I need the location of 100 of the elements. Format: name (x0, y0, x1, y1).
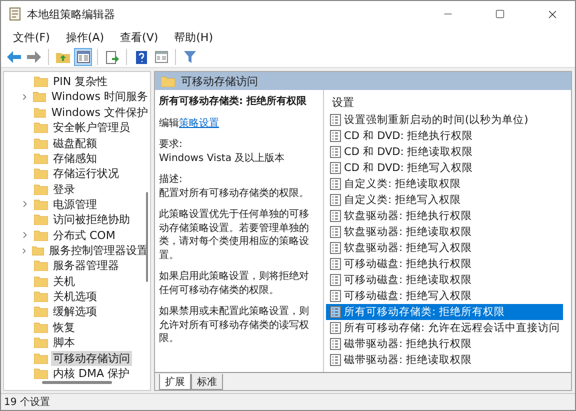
setting-icon (330, 146, 341, 158)
setting-row[interactable]: 自定义类: 拒绝写入权限 (326, 192, 563, 208)
setting-icon (330, 338, 341, 350)
setting-row[interactable]: CD 和 DVD: 拒绝读取权限 (326, 144, 563, 160)
tree-item[interactable]: Windows 文件保护 (49, 104, 150, 120)
description-text: 如果启用此策略设置，则将拒绝对任何可移动存储类的权限。 (159, 270, 310, 297)
setting-icon (330, 178, 341, 190)
description-text: 配置对所有可移动存储类的权限。 (159, 186, 310, 200)
folder-icon (34, 214, 48, 226)
folder-icon (34, 106, 46, 118)
tree-item[interactable]: 安全帐户管理员 (51, 120, 132, 136)
tree-item[interactable]: Windows 时间服务 (49, 89, 150, 104)
setting-row[interactable]: CD 和 DVD: 拒绝执行权限 (326, 128, 563, 144)
tree-item[interactable]: 访问被拒绝协助 (51, 212, 132, 228)
requirement-label: 要求: (159, 138, 184, 152)
status-text: 19 个设置 (4, 396, 50, 409)
setting-icon (330, 354, 341, 366)
app-icon (9, 7, 21, 21)
menu-item[interactable]: 查看(V) (112, 30, 166, 44)
policy-settings-link[interactable]: 策略设置 (179, 118, 219, 128)
description-text: 如果禁用或未配置此策略设置，则允许对所有可移动存储类的读写权限。 (159, 305, 310, 346)
folder-icon (34, 152, 48, 164)
expand-chevron-icon[interactable] (20, 246, 28, 256)
setting-row[interactable]: 可移动磁盘: 拒绝写入权限 (326, 288, 563, 304)
setting-row[interactable]: 软盘驱动器: 拒绝写入权限 (326, 240, 563, 256)
setting-row[interactable]: 所有可移动存储: 允许在远程会话中直接访问 (326, 320, 563, 336)
setting-icon (330, 258, 341, 270)
folder-icon (34, 322, 48, 333)
folder-up-icon[interactable] (56, 51, 70, 63)
section-title: 可移动存储访问 (181, 74, 258, 88)
scrollbar[interactable] (42, 381, 112, 384)
tree-item[interactable]: 分布式 COM (51, 228, 118, 243)
tree-item[interactable]: 缓解选项 (51, 304, 99, 320)
forward-arrow-icon[interactable] (27, 51, 41, 63)
setting-icon (330, 290, 341, 302)
description-label: 描述: (159, 173, 184, 186)
window-title: 本地组策略编辑器 (27, 6, 116, 22)
menu-item[interactable]: 文件(F) (5, 30, 58, 44)
tree-item[interactable]: 恢复 (51, 320, 77, 335)
folder-icon (34, 368, 48, 379)
menu-item[interactable]: 操作(A) (58, 30, 112, 44)
setting-row[interactable]: 软盘驱动器: 拒绝执行权限 (326, 208, 563, 224)
setting-icon (330, 114, 341, 126)
tree-item[interactable]: PIN 复杂性 (51, 74, 110, 90)
setting-row[interactable]: 软盘驱动器: 拒绝读取权限 (326, 224, 563, 240)
tree-item[interactable]: 关机选项 (51, 289, 99, 304)
toolbar-button[interactable] (74, 48, 92, 66)
folder-icon (34, 260, 48, 272)
view-tab[interactable]: 扩展 (159, 374, 191, 390)
tree-item[interactable]: 磁盘配额 (51, 136, 99, 151)
pane-icon[interactable] (76, 51, 90, 63)
tree-item[interactable]: 可移动存储访问 (51, 350, 132, 366)
tree-item[interactable]: 关机 (51, 274, 77, 289)
setting-row[interactable]: 所有可移动存储类: 拒绝所有权限 (326, 304, 563, 320)
folder-icon (34, 76, 48, 88)
folder-icon (34, 138, 48, 149)
back-arrow-icon[interactable] (7, 51, 21, 63)
setting-icon (330, 226, 341, 238)
folder-icon (33, 91, 46, 102)
setting-icon (330, 306, 341, 318)
folder-icon (34, 337, 48, 348)
edit-text: 编辑策略设置 (159, 116, 220, 130)
properties-icon[interactable] (154, 51, 168, 63)
folder-icon (34, 306, 48, 318)
requirement-text: Windows Vista 及以上版本 (159, 152, 286, 165)
setting-row[interactable]: 可移动磁盘: 拒绝执行权限 (326, 256, 563, 272)
folder-icon (34, 198, 48, 210)
tree-item[interactable]: 存储感知 (51, 150, 99, 166)
setting-row[interactable]: 磁带驱动器: 拒绝执行权限 (326, 336, 563, 352)
folder-icon (34, 168, 48, 180)
folder-icon (34, 291, 48, 302)
menu-item[interactable]: 帮助(H) (166, 30, 221, 44)
maximize-icon (495, 9, 505, 19)
setting-row[interactable]: 设置强制重新启动的时间(以秒为单位) (326, 112, 563, 128)
setting-row[interactable]: 可移动磁盘: 拒绝读取权限 (326, 272, 563, 288)
view-tab[interactable]: 标准 (191, 374, 223, 390)
setting-row[interactable]: 磁带驱动器: 拒绝读取权限 (326, 352, 563, 368)
column-header[interactable]: 设置 (326, 94, 563, 112)
tree-item[interactable]: 内核 DMA 保护 (51, 366, 132, 381)
tree-item[interactable]: 存储运行状况 (51, 166, 121, 182)
folder-icon (34, 184, 48, 195)
setting-icon (330, 242, 341, 254)
tree-item[interactable]: 登录 (51, 182, 77, 197)
scrollbar[interactable] (146, 192, 148, 282)
folder-icon (161, 76, 175, 86)
policy-title: 所有可移动存储类: 拒绝所有权限 (159, 95, 308, 108)
tree-item[interactable]: 服务器管理器 (51, 258, 121, 274)
folder-icon (32, 245, 44, 256)
setting-icon (330, 162, 341, 174)
filter-icon[interactable] (184, 51, 196, 63)
folder-icon (34, 276, 48, 287)
tree-item[interactable]: 脚本 (51, 335, 77, 350)
setting-icon (330, 322, 341, 334)
folder-icon (34, 352, 48, 364)
setting-row[interactable]: CD 和 DVD: 拒绝写入权限 (326, 160, 563, 176)
setting-row[interactable]: 自定义类: 拒绝读取权限 (326, 176, 563, 192)
setting-icon (330, 210, 341, 222)
tree-item[interactable]: 电源管理 (51, 196, 99, 212)
help-icon[interactable] (136, 50, 146, 64)
setting-icon (330, 274, 341, 286)
